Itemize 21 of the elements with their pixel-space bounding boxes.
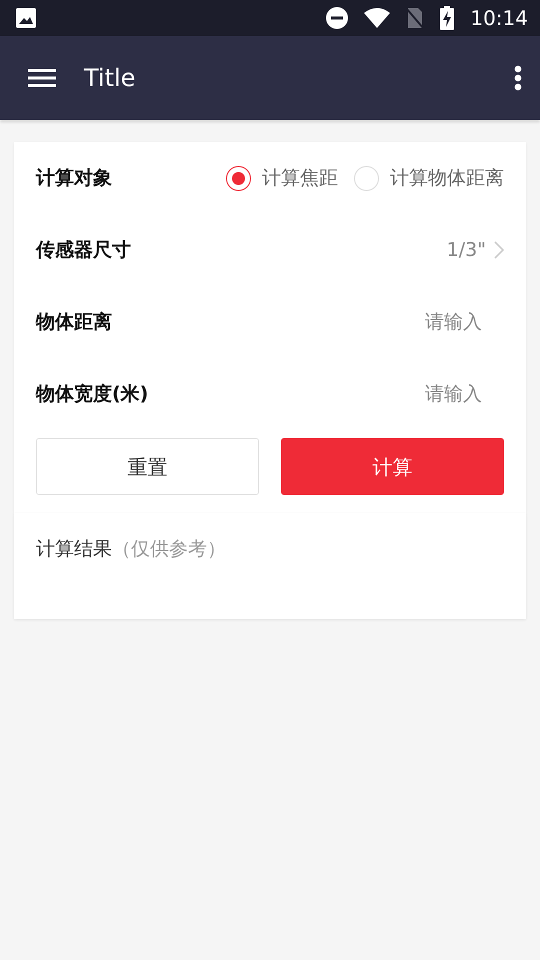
image-icon [16, 8, 36, 28]
field-label: 物体宽度(米) [36, 382, 150, 407]
selected-value[interactable]: 1/3" [446, 236, 486, 264]
radio-option[interactable]: 计算物体距离 [354, 164, 504, 192]
menu-icon[interactable] [28, 68, 56, 88]
radio-option[interactable]: 计算焦距 [226, 164, 338, 192]
field-label: 物体距离 [36, 310, 113, 335]
more-options-icon[interactable] [514, 65, 522, 91]
field-label: 计算对象 [36, 166, 113, 191]
calculate-button[interactable]: 计算 [281, 438, 504, 495]
app-title: Title [84, 63, 136, 94]
result-label: 计算结果 [36, 537, 112, 562]
battery-charging-icon [440, 6, 454, 30]
do-not-disturb-icon [326, 7, 348, 29]
wifi-icon [364, 7, 390, 29]
radio-button[interactable] [226, 166, 251, 190]
reset-button[interactable]: 重置 [36, 438, 259, 495]
status-time: 10:14 [470, 5, 528, 32]
result-note: （仅供参考） [112, 537, 226, 562]
no-sim-icon [406, 7, 424, 29]
field-label: 传感器尺寸 [36, 238, 132, 263]
